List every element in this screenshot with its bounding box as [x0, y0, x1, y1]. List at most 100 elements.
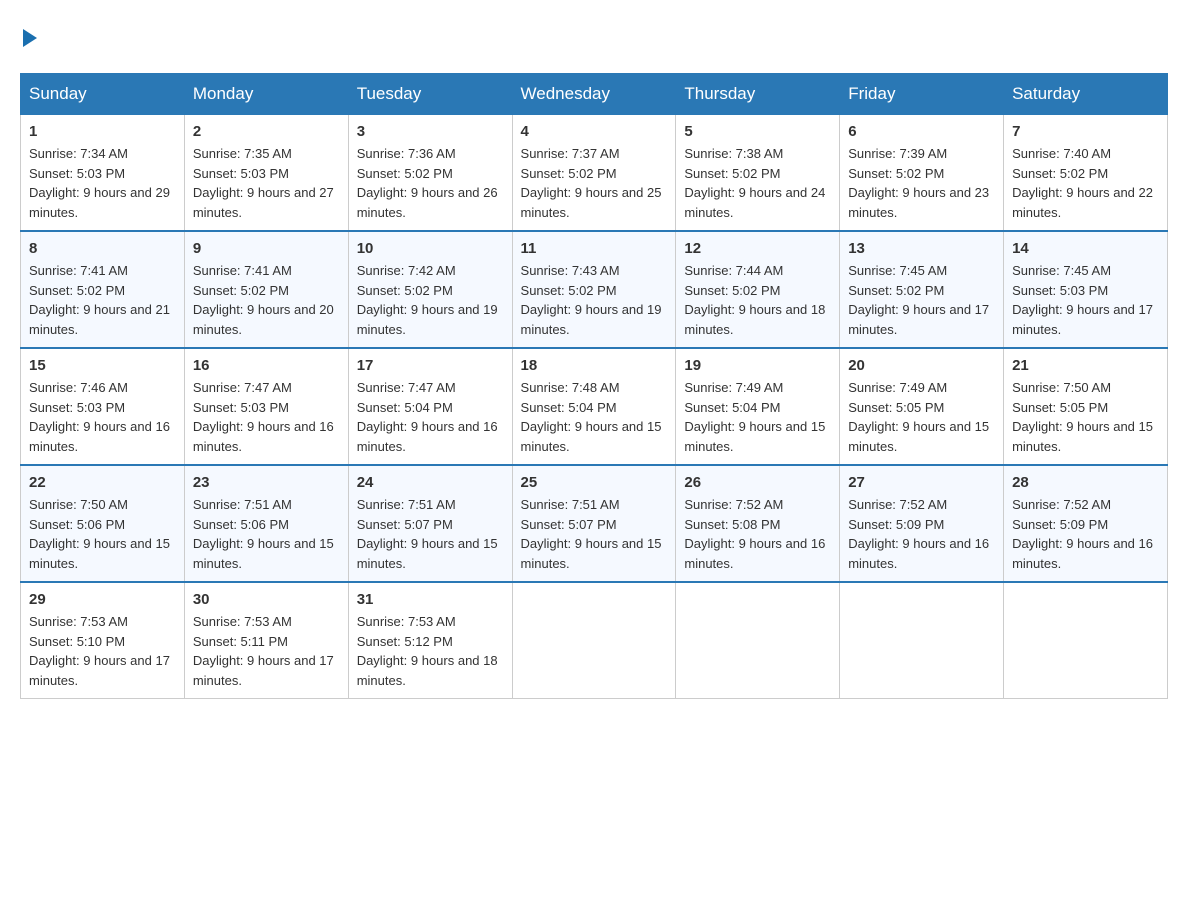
calendar-day: 26 Sunrise: 7:52 AM Sunset: 5:08 PM Dayl…: [676, 465, 840, 582]
day-number: 1: [29, 123, 176, 140]
daylight-label: Daylight: 9 hours and 17 minutes.: [29, 653, 170, 688]
logo: [20, 20, 37, 53]
daylight-label: Daylight: 9 hours and 16 minutes.: [1012, 536, 1153, 571]
calendar-week-row: 22 Sunrise: 7:50 AM Sunset: 5:06 PM Dayl…: [21, 465, 1168, 582]
daylight-label: Daylight: 9 hours and 17 minutes.: [848, 302, 989, 337]
day-info: Sunrise: 7:41 AM Sunset: 5:02 PM Dayligh…: [193, 261, 340, 339]
calendar-week-row: 15 Sunrise: 7:46 AM Sunset: 5:03 PM Dayl…: [21, 348, 1168, 465]
day-info: Sunrise: 7:47 AM Sunset: 5:04 PM Dayligh…: [357, 378, 504, 456]
calendar-day: 24 Sunrise: 7:51 AM Sunset: 5:07 PM Dayl…: [348, 465, 512, 582]
day-info: Sunrise: 7:46 AM Sunset: 5:03 PM Dayligh…: [29, 378, 176, 456]
day-number: 17: [357, 357, 504, 374]
sunrise-label: Sunrise: 7:43 AM: [521, 263, 620, 278]
sunset-label: Sunset: 5:03 PM: [29, 400, 125, 415]
sunrise-label: Sunrise: 7:51 AM: [521, 497, 620, 512]
sunrise-label: Sunrise: 7:44 AM: [684, 263, 783, 278]
sunset-label: Sunset: 5:02 PM: [357, 166, 453, 181]
page-header: [20, 20, 1168, 53]
day-info: Sunrise: 7:51 AM Sunset: 5:07 PM Dayligh…: [521, 495, 668, 573]
sunrise-label: Sunrise: 7:53 AM: [193, 614, 292, 629]
calendar-week-row: 1 Sunrise: 7:34 AM Sunset: 5:03 PM Dayli…: [21, 115, 1168, 232]
day-number: 14: [1012, 240, 1159, 257]
day-number: 8: [29, 240, 176, 257]
daylight-label: Daylight: 9 hours and 15 minutes.: [521, 536, 662, 571]
calendar-day: 23 Sunrise: 7:51 AM Sunset: 5:06 PM Dayl…: [184, 465, 348, 582]
calendar-day: 27 Sunrise: 7:52 AM Sunset: 5:09 PM Dayl…: [840, 465, 1004, 582]
calendar-day: 1 Sunrise: 7:34 AM Sunset: 5:03 PM Dayli…: [21, 115, 185, 232]
day-number: 28: [1012, 474, 1159, 491]
day-number: 10: [357, 240, 504, 257]
sunset-label: Sunset: 5:03 PM: [29, 166, 125, 181]
sunrise-label: Sunrise: 7:47 AM: [193, 380, 292, 395]
calendar-day: [676, 582, 840, 699]
day-number: 9: [193, 240, 340, 257]
day-info: Sunrise: 7:40 AM Sunset: 5:02 PM Dayligh…: [1012, 144, 1159, 222]
day-info: Sunrise: 7:39 AM Sunset: 5:02 PM Dayligh…: [848, 144, 995, 222]
sunset-label: Sunset: 5:02 PM: [521, 283, 617, 298]
day-number: 16: [193, 357, 340, 374]
sunset-label: Sunset: 5:02 PM: [193, 283, 289, 298]
day-number: 19: [684, 357, 831, 374]
sunset-label: Sunset: 5:06 PM: [193, 517, 289, 532]
day-info: Sunrise: 7:45 AM Sunset: 5:02 PM Dayligh…: [848, 261, 995, 339]
sunrise-label: Sunrise: 7:42 AM: [357, 263, 456, 278]
sunset-label: Sunset: 5:02 PM: [684, 283, 780, 298]
calendar-day: 16 Sunrise: 7:47 AM Sunset: 5:03 PM Dayl…: [184, 348, 348, 465]
sunrise-label: Sunrise: 7:53 AM: [357, 614, 456, 629]
sunset-label: Sunset: 5:07 PM: [521, 517, 617, 532]
day-number: 4: [521, 123, 668, 140]
calendar-day: 10 Sunrise: 7:42 AM Sunset: 5:02 PM Dayl…: [348, 231, 512, 348]
daylight-label: Daylight: 9 hours and 15 minutes.: [29, 536, 170, 571]
day-number: 15: [29, 357, 176, 374]
sunset-label: Sunset: 5:04 PM: [521, 400, 617, 415]
sunrise-label: Sunrise: 7:53 AM: [29, 614, 128, 629]
sunrise-label: Sunrise: 7:47 AM: [357, 380, 456, 395]
day-info: Sunrise: 7:50 AM Sunset: 5:05 PM Dayligh…: [1012, 378, 1159, 456]
calendar-day: 31 Sunrise: 7:53 AM Sunset: 5:12 PM Dayl…: [348, 582, 512, 699]
day-header-monday: Monday: [184, 74, 348, 115]
day-info: Sunrise: 7:42 AM Sunset: 5:02 PM Dayligh…: [357, 261, 504, 339]
day-info: Sunrise: 7:47 AM Sunset: 5:03 PM Dayligh…: [193, 378, 340, 456]
calendar-day: 13 Sunrise: 7:45 AM Sunset: 5:02 PM Dayl…: [840, 231, 1004, 348]
calendar-day: 9 Sunrise: 7:41 AM Sunset: 5:02 PM Dayli…: [184, 231, 348, 348]
sunset-label: Sunset: 5:02 PM: [848, 166, 944, 181]
calendar-day: 7 Sunrise: 7:40 AM Sunset: 5:02 PM Dayli…: [1004, 115, 1168, 232]
day-info: Sunrise: 7:50 AM Sunset: 5:06 PM Dayligh…: [29, 495, 176, 573]
daylight-label: Daylight: 9 hours and 15 minutes.: [193, 536, 334, 571]
daylight-label: Daylight: 9 hours and 29 minutes.: [29, 185, 170, 220]
day-number: 18: [521, 357, 668, 374]
sunset-label: Sunset: 5:03 PM: [193, 166, 289, 181]
day-number: 3: [357, 123, 504, 140]
day-number: 31: [357, 591, 504, 608]
daylight-label: Daylight: 9 hours and 15 minutes.: [357, 536, 498, 571]
daylight-label: Daylight: 9 hours and 16 minutes.: [357, 419, 498, 454]
day-header-sunday: Sunday: [21, 74, 185, 115]
calendar-day: [840, 582, 1004, 699]
day-number: 29: [29, 591, 176, 608]
day-info: Sunrise: 7:36 AM Sunset: 5:02 PM Dayligh…: [357, 144, 504, 222]
logo-general: [20, 20, 37, 53]
sunrise-label: Sunrise: 7:41 AM: [29, 263, 128, 278]
day-info: Sunrise: 7:45 AM Sunset: 5:03 PM Dayligh…: [1012, 261, 1159, 339]
day-info: Sunrise: 7:51 AM Sunset: 5:07 PM Dayligh…: [357, 495, 504, 573]
calendar-day: 6 Sunrise: 7:39 AM Sunset: 5:02 PM Dayli…: [840, 115, 1004, 232]
sunset-label: Sunset: 5:06 PM: [29, 517, 125, 532]
sunrise-label: Sunrise: 7:49 AM: [684, 380, 783, 395]
day-number: 2: [193, 123, 340, 140]
daylight-label: Daylight: 9 hours and 15 minutes.: [684, 419, 825, 454]
sunset-label: Sunset: 5:09 PM: [1012, 517, 1108, 532]
sunrise-label: Sunrise: 7:50 AM: [1012, 380, 1111, 395]
sunset-label: Sunset: 5:02 PM: [1012, 166, 1108, 181]
sunrise-label: Sunrise: 7:40 AM: [1012, 146, 1111, 161]
calendar-day: [1004, 582, 1168, 699]
calendar-day: 18 Sunrise: 7:48 AM Sunset: 5:04 PM Dayl…: [512, 348, 676, 465]
daylight-label: Daylight: 9 hours and 15 minutes.: [848, 419, 989, 454]
sunrise-label: Sunrise: 7:51 AM: [357, 497, 456, 512]
sunrise-label: Sunrise: 7:52 AM: [684, 497, 783, 512]
day-header-friday: Friday: [840, 74, 1004, 115]
sunrise-label: Sunrise: 7:41 AM: [193, 263, 292, 278]
day-number: 6: [848, 123, 995, 140]
day-number: 26: [684, 474, 831, 491]
calendar-day: 14 Sunrise: 7:45 AM Sunset: 5:03 PM Dayl…: [1004, 231, 1168, 348]
day-number: 13: [848, 240, 995, 257]
